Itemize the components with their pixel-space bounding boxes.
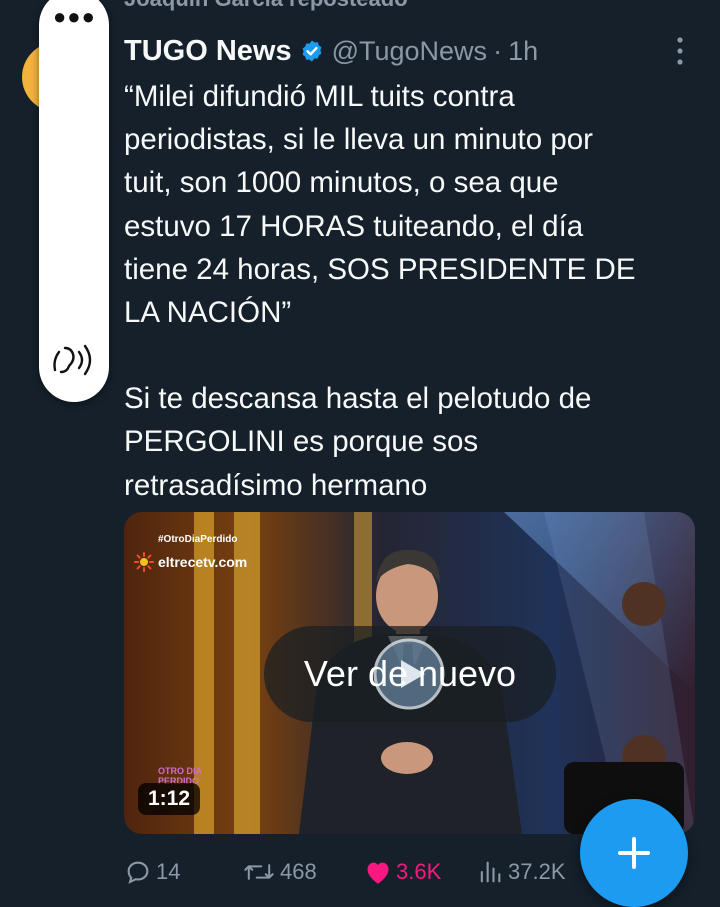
- replay-button[interactable]: Ver de nuevo: [264, 626, 556, 722]
- floating-accessibility-panel[interactable]: ●●●: [39, 0, 109, 402]
- author-handle[interactable]: @TugoNews: [332, 36, 487, 67]
- views-button[interactable]: 37.2K: [476, 852, 566, 892]
- heart-icon: [367, 862, 389, 884]
- tweet-text-line: LA NACIÓN”: [124, 296, 292, 330]
- tweet-time[interactable]: 1h: [508, 36, 538, 67]
- author-name[interactable]: TUGO News: [124, 35, 292, 68]
- compose-button[interactable]: [580, 799, 688, 907]
- tweet-text-line: PERGOLINI es porque sos: [124, 425, 479, 459]
- replay-label: Ver de nuevo: [303, 653, 517, 694]
- tweet-text: “Milei difundió MIL tuits contra periodi…: [124, 75, 694, 507]
- video-hashtag: #OtroDiaPerdido: [158, 534, 238, 545]
- channel-logo: eltrecetv.com: [134, 552, 247, 572]
- sound-icon[interactable]: [49, 340, 97, 387]
- reply-icon: [127, 861, 149, 884]
- views-count: 37.2K: [508, 859, 566, 884]
- watermark-line: OTRO DIA: [158, 766, 202, 776]
- tweet-text-line: “Milei difundió MIL tuits contra: [124, 80, 515, 113]
- tweet-text-line: Si te descansa hasta el pelotudo de: [124, 382, 592, 416]
- reply-button[interactable]: 14: [124, 852, 180, 892]
- tweet-actions: 14 468 3.6K 37.2K: [124, 852, 584, 892]
- video-player[interactable]: #OtroDiaPerdido eltrecetv.com Ver de nue…: [124, 512, 695, 834]
- more-horizontal-icon[interactable]: ●●●: [53, 6, 96, 28]
- tweet-text-line: tiene 24 horas, SOS PRESIDENTE DE: [124, 252, 636, 286]
- channel-logo-icon: [134, 552, 154, 572]
- repost-count: 468: [280, 859, 317, 884]
- repost-icon: [244, 864, 274, 880]
- tweet-header: TUGO News @TugoNews · 1h: [124, 31, 538, 71]
- repost-button[interactable]: 468: [242, 852, 317, 892]
- video-duration: 1:12: [138, 783, 201, 815]
- verified-badge-icon: [300, 39, 324, 63]
- plus-icon: [618, 837, 650, 869]
- separator-dot: ·: [493, 35, 503, 66]
- channel-name: eltrecetv.com: [158, 554, 248, 570]
- tweet-text-line: retrasadísimo hermano: [124, 468, 428, 502]
- tweet-text-line: periodistas, si le lleva un minuto por: [124, 123, 593, 157]
- reply-count: 14: [156, 859, 181, 884]
- tweet-text-line: estuvo 17 HORAS tuiteando, el día: [124, 209, 584, 243]
- more-vertical-icon[interactable]: [670, 34, 690, 68]
- like-count: 3.6K: [396, 859, 442, 884]
- like-button[interactable]: 3.6K: [364, 852, 441, 892]
- views-icon: [480, 861, 501, 883]
- reposted-by-label[interactable]: Joaquín García reposteado: [124, 0, 408, 12]
- tweet-text-line: tuit, son 1000 minutos, o sea que: [124, 166, 559, 200]
